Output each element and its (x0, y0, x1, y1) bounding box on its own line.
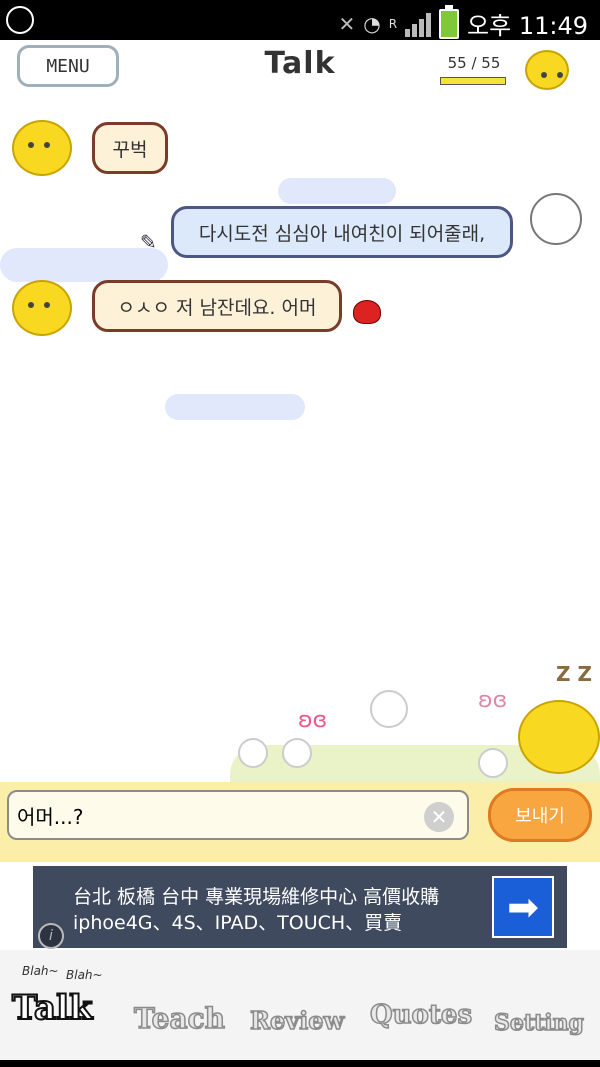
user-message-bubble: 다시도전 심심아 내여친이 되어줄래, (171, 206, 513, 258)
signal-icon (405, 11, 432, 37)
message-text: 다시도전 심심아 내여친이 되어줄래, (198, 222, 486, 245)
ladybug-icon (353, 300, 381, 324)
butterfly-icon: ʚɞ (478, 688, 508, 713)
bot-avatar (12, 120, 72, 176)
mute-icon: ✕ (338, 11, 356, 36)
chick-avatar-header (525, 50, 569, 90)
send-button[interactable]: 보내기 (488, 788, 592, 842)
flower-decoration (370, 690, 408, 728)
counter-progress-fill (441, 78, 505, 84)
tab-review[interactable]: Review (249, 1005, 345, 1036)
battery-icon (439, 4, 460, 39)
top-bar: MENU Talk 55 / 55 (0, 40, 600, 100)
edit-pencil-icon[interactable]: ✎ (140, 230, 157, 254)
tab-teach[interactable]: Teach (133, 1001, 226, 1036)
bottom-border (0, 1060, 600, 1067)
blah-decoration: Blah~ (22, 964, 59, 978)
tab-quotes[interactable]: Quotes (369, 999, 473, 1031)
page-title: Talk (264, 46, 336, 81)
accessibility-icon (6, 6, 34, 34)
status-bar: ✕ ◔ R 오후 11:49 (0, 0, 600, 40)
flower-decoration (238, 738, 268, 768)
flower-decoration (478, 748, 508, 778)
status-time: 오후 11:49 (467, 12, 588, 40)
tab-setting[interactable]: Setting (493, 1009, 584, 1037)
clear-input-icon[interactable]: ✕ (424, 802, 454, 832)
wifi-icon: ◔ (363, 11, 381, 36)
message-text: ㅇㅅㅇ 저 남잔데요. 어머 (117, 296, 317, 319)
flower-decoration (282, 738, 312, 768)
blah-decoration: Blah~ (66, 968, 103, 982)
bot-avatar (12, 280, 72, 336)
ad-info-icon[interactable]: i (38, 923, 64, 949)
ad-banner[interactable]: 台北 板橋 台中 專業現場維修中心 高價收購 iphoe4G、4S、IPAD、T… (33, 866, 567, 948)
bottom-tab-bar: Blah~ Blah~ Talk Teach Review Quotes Set… (0, 950, 600, 1060)
message-input[interactable] (7, 790, 469, 840)
counter-progress-bar (440, 77, 506, 85)
sleeping-chick-decoration (518, 700, 600, 774)
sleep-zz-icon: Z Z (556, 662, 592, 686)
tab-talk[interactable]: Talk (11, 987, 94, 1029)
bot-message-bubble: 꾸벅 (92, 122, 168, 174)
butterfly-icon: ʚɞ (298, 708, 328, 733)
cloud-decoration (278, 178, 396, 204)
message-text: 꾸벅 (112, 138, 148, 161)
network-badge: R (388, 16, 398, 31)
bot-message-bubble: ㅇㅅㅇ 저 남잔데요. 어머 (92, 280, 342, 332)
user-avatar (530, 193, 582, 245)
ad-arrow-icon[interactable]: ➡ (492, 876, 554, 938)
cloud-decoration (165, 394, 305, 420)
ad-text-line2: iphoe4G、4S、IPAD、TOUCH、買賣 (73, 912, 403, 934)
ad-text-line1: 台北 板橋 台中 專業現場維修中心 高價收購 (73, 886, 440, 908)
message-counter: 55 / 55 (447, 54, 501, 72)
